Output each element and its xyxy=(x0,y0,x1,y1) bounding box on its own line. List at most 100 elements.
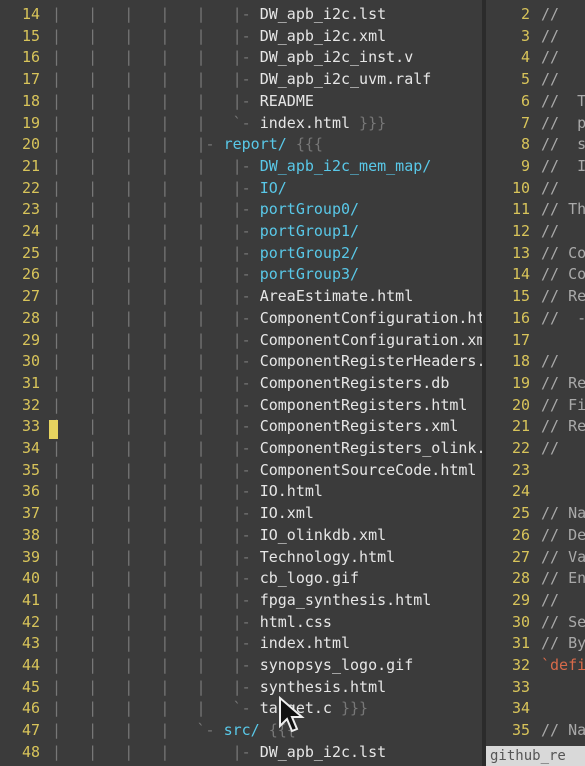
file-name[interactable]: ComponentConfiguration.html xyxy=(260,309,482,327)
file-name[interactable]: IO_olinkdb.xml xyxy=(260,526,386,544)
tree-line[interactable]: 24 | | | | | |- portGroup1/ xyxy=(0,221,482,243)
code-line[interactable]: 12 // xyxy=(486,221,585,243)
file-name[interactable]: ComponentRegisters.db xyxy=(260,374,450,392)
tree-line[interactable]: 15 | | | | | |- DW_apb_i2c.xml xyxy=(0,26,482,48)
tree-line[interactable]: 46 | | | | | `- target.c }}} xyxy=(0,698,482,720)
code-line[interactable]: 11 // Th xyxy=(486,199,585,221)
tree-line[interactable]: 40 | | | | | |- cb_logo.gif xyxy=(0,568,482,590)
tree-line[interactable]: 31 | | | | | |- ComponentRegisters.db xyxy=(0,373,482,395)
code-line[interactable]: 14 // Co xyxy=(486,264,585,286)
file-name[interactable]: ComponentSourceCode.html xyxy=(260,461,477,479)
directory-name[interactable]: report/ xyxy=(224,135,287,153)
tree-line[interactable]: 26 | | | | | |- portGroup3/ xyxy=(0,264,482,286)
tree-line[interactable]: 19 | | | | | `- index.html }}} xyxy=(0,113,482,135)
tree-line[interactable]: 42 | | | | | |- html.css xyxy=(0,612,482,634)
directory-name[interactable]: DW_apb_i2c_mem_map/ xyxy=(260,157,432,175)
code-line[interactable]: 22 // xyxy=(486,438,585,460)
code-line[interactable]: 31 // By xyxy=(486,633,585,655)
code-line[interactable]: 17 xyxy=(486,330,585,352)
file-name[interactable]: README xyxy=(260,92,314,110)
code-line[interactable]: 29 // xyxy=(486,590,585,612)
code-line[interactable]: 28 // En xyxy=(486,568,585,590)
code-line[interactable]: 4 // xyxy=(486,47,585,69)
tree-line[interactable]: 36 | | | | | |- IO.html xyxy=(0,481,482,503)
tree-line[interactable]: 20 | | | | |- report/ {{{ xyxy=(0,134,482,156)
file-name[interactable]: DW_apb_i2c_uvm.ralf xyxy=(260,70,432,88)
file-name[interactable]: ComponentRegisters.html xyxy=(260,396,468,414)
file-name[interactable]: Technology.html xyxy=(260,548,395,566)
code-line[interactable]: 24 xyxy=(486,481,585,503)
file-name[interactable]: AreaEstimate.html xyxy=(260,287,414,305)
code-line[interactable]: 3 // xyxy=(486,26,585,48)
file-name[interactable]: DW_apb_i2c.lst xyxy=(260,743,386,761)
code-line[interactable]: 5 // xyxy=(486,69,585,91)
tree-line[interactable]: 47 | | | | `- src/ {{{ xyxy=(0,720,482,742)
code-line[interactable]: 23 xyxy=(486,460,585,482)
file-name[interactable]: synopsys_logo.gif xyxy=(260,656,414,674)
tree-line[interactable]: 18 | | | | | |- README xyxy=(0,91,482,113)
file-name[interactable]: IO.html xyxy=(260,482,323,500)
tree-line[interactable]: 23 | | | | | |- portGroup0/ xyxy=(0,199,482,221)
tree-line[interactable]: 25 | | | | | |- portGroup2/ xyxy=(0,243,482,265)
tree-line[interactable]: 37 | | | | | |- IO.xml xyxy=(0,503,482,525)
tree-line[interactable]: 44 | | | | | |- synopsys_logo.gif xyxy=(0,655,482,677)
tree-line[interactable]: 14 | | | | | |- DW_apb_i2c.lst xyxy=(0,4,482,26)
file-name[interactable]: html.css xyxy=(260,613,332,631)
file-name[interactable]: ComponentRegisters_olink.xml xyxy=(260,439,482,457)
code-line[interactable]: 21 // Re xyxy=(486,416,585,438)
tree-line[interactable]: 34 | | | | | |- ComponentRegisters_olink.… xyxy=(0,438,482,460)
code-line[interactable]: 8 // s xyxy=(486,134,585,156)
code-line[interactable]: 6 // T xyxy=(486,91,585,113)
tree-line[interactable]: 30 | | | | | |- ComponentRegisterHeaders.… xyxy=(0,351,482,373)
tree-line[interactable]: 33 | | | | | |- ComponentRegisters.xml xyxy=(0,416,482,438)
file-name[interactable]: ComponentConfiguration.xml xyxy=(260,331,482,349)
directory-name[interactable]: portGroup3/ xyxy=(260,265,359,283)
code-line[interactable]: 20 // Fi xyxy=(486,395,585,417)
file-name[interactable]: cb_logo.gif xyxy=(260,569,359,587)
file-name[interactable]: DW_apb_i2c.xml xyxy=(260,27,386,45)
file-name[interactable]: ComponentRegisters.xml xyxy=(260,417,459,435)
directory-name[interactable]: src/ xyxy=(224,721,260,739)
tree-line[interactable]: 22 | | | | | |- IO/ xyxy=(0,178,482,200)
tree-line[interactable]: 35 | | | | | |- ComponentSourceCode.html xyxy=(0,460,482,482)
tree-line[interactable]: 32 | | | | | |- ComponentRegisters.html xyxy=(0,395,482,417)
code-line[interactable]: 30 // Se xyxy=(486,612,585,634)
code-line[interactable]: 2 // xyxy=(486,4,585,26)
code-line[interactable]: 32 `defi xyxy=(486,655,585,677)
directory-name[interactable]: IO/ xyxy=(260,179,287,197)
code-line[interactable]: 33 xyxy=(486,677,585,699)
code-line[interactable]: 16 // - xyxy=(486,308,585,330)
tree-line[interactable]: 39 | | | | | |- Technology.html xyxy=(0,547,482,569)
file-name[interactable]: synthesis.html xyxy=(260,678,386,696)
tree-line[interactable]: 43 | | | | | |- index.html xyxy=(0,633,482,655)
code-line[interactable]: 34 xyxy=(486,698,585,720)
tree-line[interactable]: 48 | | | | |- DW_apb_i2c.lst xyxy=(0,742,482,764)
tree-line[interactable]: 16 | | | | | |- DW_apb_i2c_inst.v xyxy=(0,47,482,69)
tree-line[interactable]: 38 | | | | | |- IO_olinkdb.xml xyxy=(0,525,482,547)
directory-name[interactable]: portGroup2/ xyxy=(260,244,359,262)
code-line[interactable]: 26 // De xyxy=(486,525,585,547)
file-name[interactable]: DW_apb_i2c.lst xyxy=(260,5,386,23)
file-name[interactable]: IO.xml xyxy=(260,504,314,522)
file-name[interactable]: ComponentRegisterHeaders.htm xyxy=(260,352,482,370)
code-line[interactable]: 15 // Re xyxy=(486,286,585,308)
file-name[interactable]: index.html xyxy=(260,114,350,132)
code-line[interactable]: 10 // xyxy=(486,178,585,200)
code-line[interactable]: 13 // Co xyxy=(486,243,585,265)
tree-line[interactable]: 28 | | | | | |- ComponentConfiguration.ht… xyxy=(0,308,482,330)
directory-name[interactable]: portGroup1/ xyxy=(260,222,359,240)
tree-line[interactable]: 21 | | | | | |- DW_apb_i2c_mem_map/ xyxy=(0,156,482,178)
tree-line[interactable]: 27 | | | | | |- AreaEstimate.html xyxy=(0,286,482,308)
code-pane[interactable]: 2 // 3 // 4 // 5 // 6 // T 7 // p 8 // s 9 // I 10 // 11 //… xyxy=(486,0,585,766)
tree-line[interactable]: 17 | | | | | |- DW_apb_i2c_uvm.ralf xyxy=(0,69,482,91)
file-name[interactable]: DW_apb_i2c_inst.v xyxy=(260,48,414,66)
code-line[interactable]: 27 // Va xyxy=(486,547,585,569)
directory-name[interactable]: portGroup0/ xyxy=(260,200,359,218)
tree-line[interactable]: 45 | | | | | |- synthesis.html xyxy=(0,677,482,699)
code-line[interactable]: 7 // p xyxy=(486,113,585,135)
code-line[interactable]: 18 // xyxy=(486,351,585,373)
tree-line[interactable]: 29 | | | | | |- ComponentConfiguration.xm… xyxy=(0,330,482,352)
code-line[interactable]: 19 // Re xyxy=(486,373,585,395)
file-name[interactable]: fpga_synthesis.html xyxy=(260,591,432,609)
code-line[interactable]: 25 // Na xyxy=(486,503,585,525)
